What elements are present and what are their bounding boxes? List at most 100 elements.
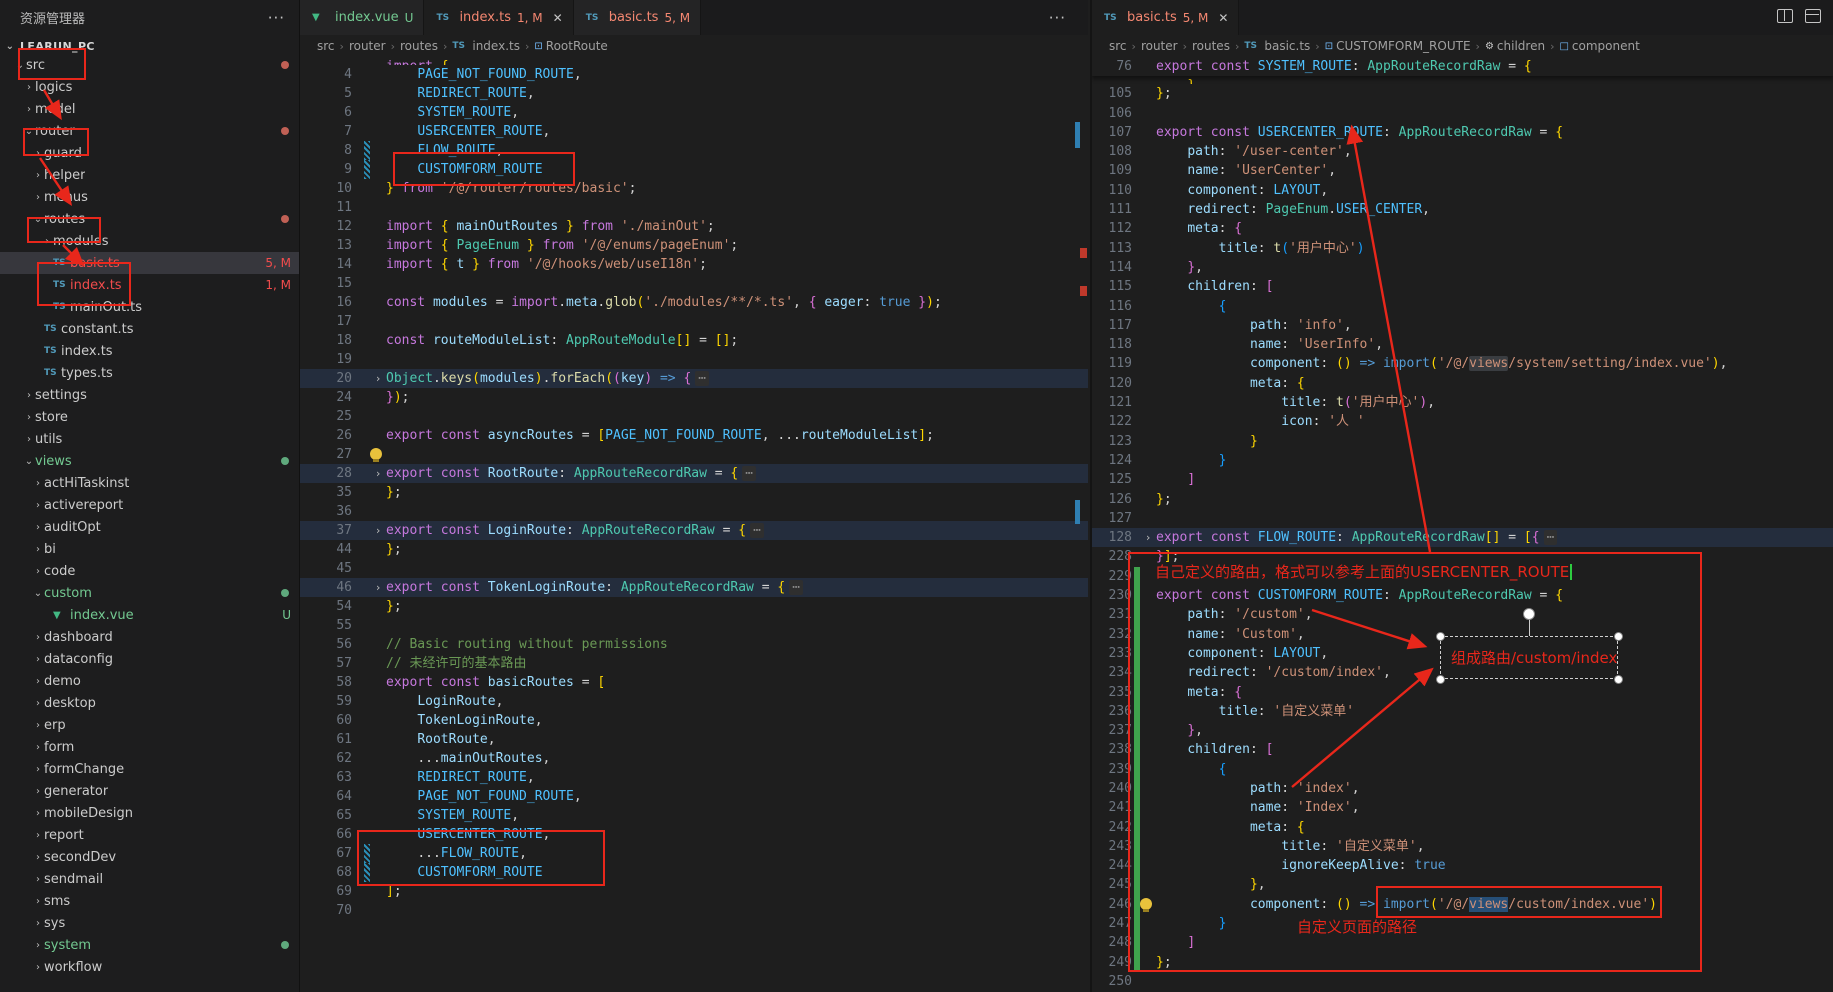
code-line-19[interactable]: 19	[300, 350, 1088, 369]
code-line-108[interactable]: 108 path: '/user-center',	[1092, 142, 1833, 161]
breadcrumb-item[interactable]: children	[1497, 39, 1545, 53]
sidebar-item-desktop[interactable]: ›desktop	[0, 692, 299, 714]
code-line-128[interactable]: 128›export const FLOW_ROUTE: AppRouteRec…	[1092, 528, 1833, 547]
sidebar-item-views[interactable]: ⌄views	[0, 450, 299, 472]
annotation-textbox[interactable]: 组成路由/custom/index	[1440, 636, 1618, 679]
sidebar-item-index-vue[interactable]: ▼index.vueU	[0, 604, 299, 626]
sidebar-item-demo[interactable]: ›demo	[0, 670, 299, 692]
code-line-109[interactable]: 109 name: 'UserCenter',	[1092, 161, 1833, 180]
fold-chevron-icon[interactable]: ›	[370, 578, 386, 597]
sticky-scroll-line[interactable]: 76export const SYSTEM_ROUTE: AppRouteRec…	[1092, 57, 1833, 76]
fold-chevron-icon[interactable]: ›	[370, 369, 386, 388]
tab-basic-ts[interactable]: TSbasic.ts5, M✕	[1092, 0, 1239, 35]
right-breadcrumb[interactable]: src›router›routes›TSbasic.ts›⊡CUSTOMFORM…	[1092, 35, 1833, 57]
sidebar-item-utils[interactable]: ›utils	[0, 428, 299, 450]
code-line-11[interactable]: 11	[300, 198, 1088, 217]
code-line-70[interactable]: 70	[300, 901, 1088, 920]
editor-more-actions-icon[interactable]: ···	[1049, 9, 1066, 27]
code-line-119[interactable]: 119 component: () => import('/@/views/sy…	[1092, 354, 1833, 373]
sidebar-item-constant-ts[interactable]: TSconstant.ts	[0, 318, 299, 340]
code-line-14[interactable]: 14import { t } from '/@/hooks/web/useI18…	[300, 255, 1088, 274]
sidebar-item-types-ts[interactable]: TStypes.ts	[0, 362, 299, 384]
sidebar-item-code[interactable]: ›code	[0, 560, 299, 582]
code-line-16[interactable]: 16const modules = import.meta.glob('./mo…	[300, 293, 1088, 312]
code-line-58[interactable]: 58export const basicRoutes = [	[300, 673, 1088, 692]
tab-basic-ts[interactable]: TSbasic.ts5, M	[574, 0, 701, 35]
sidebar-item-workflow[interactable]: ›workflow	[0, 956, 299, 978]
code-line-105[interactable]: 105};	[1092, 84, 1833, 103]
code-line-57[interactable]: 57// 未经许可的基本路由	[300, 654, 1088, 673]
sidebar-item-dataconfig[interactable]: ›dataconfig	[0, 648, 299, 670]
code-line-123[interactable]: 123 }	[1092, 432, 1833, 451]
tab-index-ts[interactable]: TSindex.ts1, M✕	[424, 0, 573, 35]
code-line-6[interactable]: 6 SYSTEM_ROUTE,	[300, 103, 1088, 122]
code-line-26[interactable]: 26export const asyncRoutes = [PAGE_NOT_F…	[300, 426, 1088, 445]
code-line-24[interactable]: 24});	[300, 388, 1088, 407]
middle-breadcrumb[interactable]: src›router›routes›TSindex.ts›⊡RootRoute	[300, 35, 1088, 57]
code-line-63[interactable]: 63 REDIRECT_ROUTE,	[300, 768, 1088, 787]
code-line-35[interactable]: 35};	[300, 483, 1088, 502]
selection-handle[interactable]	[1614, 632, 1623, 641]
breadcrumb-item[interactable]: CUSTOMFORM_ROUTE	[1336, 39, 1470, 53]
code-line-28[interactable]: 28›export const RootRoute: AppRouteRecor…	[300, 464, 1088, 483]
code-line-25[interactable]: 25	[300, 407, 1088, 426]
sidebar-item-mobileDesign[interactable]: ›mobileDesign	[0, 802, 299, 824]
sidebar-item-sendmail[interactable]: ›sendmail	[0, 868, 299, 890]
code-line-59[interactable]: 59 LoginRoute,	[300, 692, 1088, 711]
selection-handle[interactable]	[1436, 675, 1445, 684]
code-line-46[interactable]: 46›export const TokenLoginRoute: AppRout…	[300, 578, 1088, 597]
code-line-61[interactable]: 61 RootRoute,	[300, 730, 1088, 749]
breadcrumb-item[interactable]: router	[349, 39, 386, 53]
selection-handle[interactable]	[1436, 632, 1445, 641]
sidebar-item-auditOpt[interactable]: ›auditOpt	[0, 516, 299, 538]
code-line-4[interactable]: 4 PAGE_NOT_FOUND_ROUTE,	[300, 65, 1088, 84]
code-line-112[interactable]: 112 meta: {	[1092, 219, 1833, 238]
code-line-20[interactable]: 20›Object.keys(modules).forEach((key) =>…	[300, 369, 1088, 388]
sidebar-item-actHiTaskinst[interactable]: ›actHiTaskinst	[0, 472, 299, 494]
breadcrumb-item[interactable]: routes	[400, 39, 438, 53]
breadcrumb-item[interactable]: basic.ts	[1264, 39, 1310, 53]
breadcrumb-item[interactable]: src	[317, 39, 335, 53]
close-icon[interactable]: ✕	[1218, 11, 1228, 25]
sidebar-item-helper[interactable]: ›helper	[0, 164, 299, 186]
code-line-125[interactable]: 125 ]	[1092, 470, 1833, 489]
lightbulb-icon[interactable]	[370, 448, 382, 460]
folded-ellipsis[interactable]: ⋯	[695, 371, 709, 386]
code-line-126[interactable]: 126};	[1092, 490, 1833, 509]
code-line-13[interactable]: 13import { PageEnum } from '/@/enums/pag…	[300, 236, 1088, 255]
fold-chevron-icon[interactable]: ›	[1140, 528, 1156, 547]
code-line-44[interactable]: 44};	[300, 540, 1088, 559]
code-line-250[interactable]: 250	[1092, 972, 1833, 991]
code-line-107[interactable]: 107export const USERCENTER_ROUTE: AppRou…	[1092, 123, 1833, 142]
sidebar-more-actions-icon[interactable]: ···	[268, 9, 285, 27]
code-line-116[interactable]: 116 {	[1092, 297, 1833, 316]
sidebar-item-bi[interactable]: ›bi	[0, 538, 299, 560]
code-line-118[interactable]: 118 name: 'UserInfo',	[1092, 335, 1833, 354]
folded-ellipsis[interactable]: ⋯	[742, 466, 756, 481]
code-line-114[interactable]: 114 },	[1092, 258, 1833, 277]
code-line-60[interactable]: 60 TokenLoginRoute,	[300, 711, 1088, 730]
fold-chevron-icon[interactable]: ›	[370, 521, 386, 540]
code-line-115[interactable]: 115 children: [	[1092, 277, 1833, 296]
rotate-handle[interactable]	[1523, 608, 1535, 620]
code-line-7[interactable]: 7 USERCENTER_ROUTE,	[300, 122, 1088, 141]
code-line-12[interactable]: 12import { mainOutRoutes } from './mainO…	[300, 217, 1088, 236]
code-line-65[interactable]: 65 SYSTEM_ROUTE,	[300, 806, 1088, 825]
code-line-62[interactable]: 62 ...mainOutRoutes,	[300, 749, 1088, 768]
code-line-113[interactable]: 113 title: t('用户中心')	[1092, 239, 1833, 258]
code-line-27[interactable]: 27	[300, 445, 1088, 464]
code-line-15[interactable]: 15	[300, 274, 1088, 293]
code-line-122[interactable]: 122 icon: '人 '	[1092, 412, 1833, 431]
breadcrumb-item[interactable]: RootRoute	[546, 39, 608, 53]
code-line-110[interactable]: 110 component: LAYOUT,	[1092, 181, 1833, 200]
sidebar-item-dashboard[interactable]: ›dashboard	[0, 626, 299, 648]
sidebar-item-model[interactable]: ›model	[0, 98, 299, 120]
fold-chevron-icon[interactable]: ›	[370, 464, 386, 483]
close-icon[interactable]: ✕	[553, 11, 563, 25]
sidebar-item-menus[interactable]: ›menus	[0, 186, 299, 208]
code-line-45[interactable]: 45	[300, 559, 1088, 578]
breadcrumb-item[interactable]: src	[1109, 39, 1127, 53]
code-line-17[interactable]: 17	[300, 312, 1088, 331]
code-line-124[interactable]: 124 }	[1092, 451, 1833, 470]
code-line-120[interactable]: 120 meta: {	[1092, 374, 1833, 393]
